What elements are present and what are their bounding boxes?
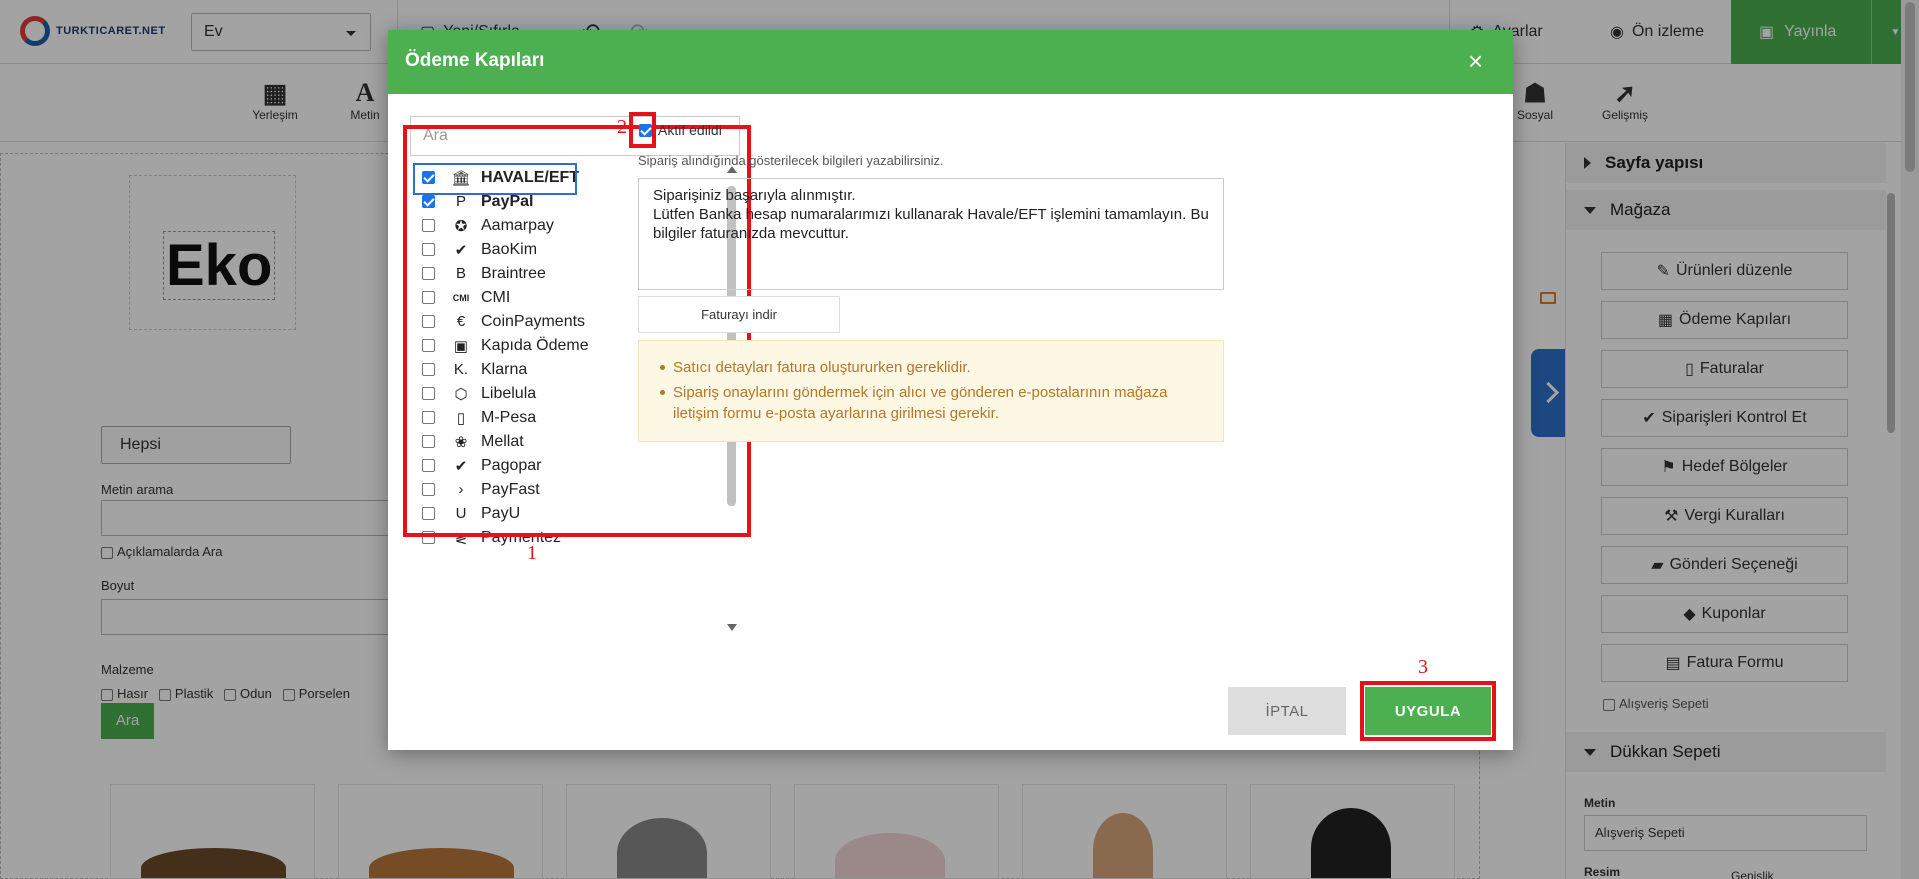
warning-box: Satıcı detayları fatura oluştururken ger… — [638, 340, 1224, 442]
annotation-label-1: 1 — [527, 542, 537, 564]
cancel-button[interactable]: İPTAL — [1228, 687, 1346, 735]
annotation-box-2 — [629, 112, 656, 148]
warning-item: Satıcı detayları fatura oluştururken ger… — [660, 357, 1203, 378]
dialog-title: Ödeme Kapıları — [405, 50, 545, 71]
payment-gateways-dialog: Ödeme Kapıları × 🏛HAVALE/EFTPPayPal✪Aama… — [388, 30, 1513, 750]
annotation-label-3: 3 — [1418, 656, 1428, 678]
close-icon[interactable]: × — [1468, 48, 1483, 74]
warning-item: Sipariş onaylarını göndermek için alıcı … — [660, 382, 1203, 424]
annotation-label-2: 2 — [617, 116, 627, 138]
active-label: Aktif edildi — [658, 122, 722, 138]
download-invoice-button[interactable]: Faturayı indir — [638, 296, 840, 333]
dialog-header: Ödeme Kapıları × — [388, 30, 1513, 94]
order-message-textarea[interactable]: Siparişiniz başarıyla alınmıştır. Lütfen… — [638, 178, 1224, 290]
annotation-box-3 — [1360, 681, 1496, 741]
scroll-down-icon[interactable] — [727, 624, 737, 631]
info-hint: Sipariş alındığında gösterilecek bilgile… — [638, 153, 944, 168]
